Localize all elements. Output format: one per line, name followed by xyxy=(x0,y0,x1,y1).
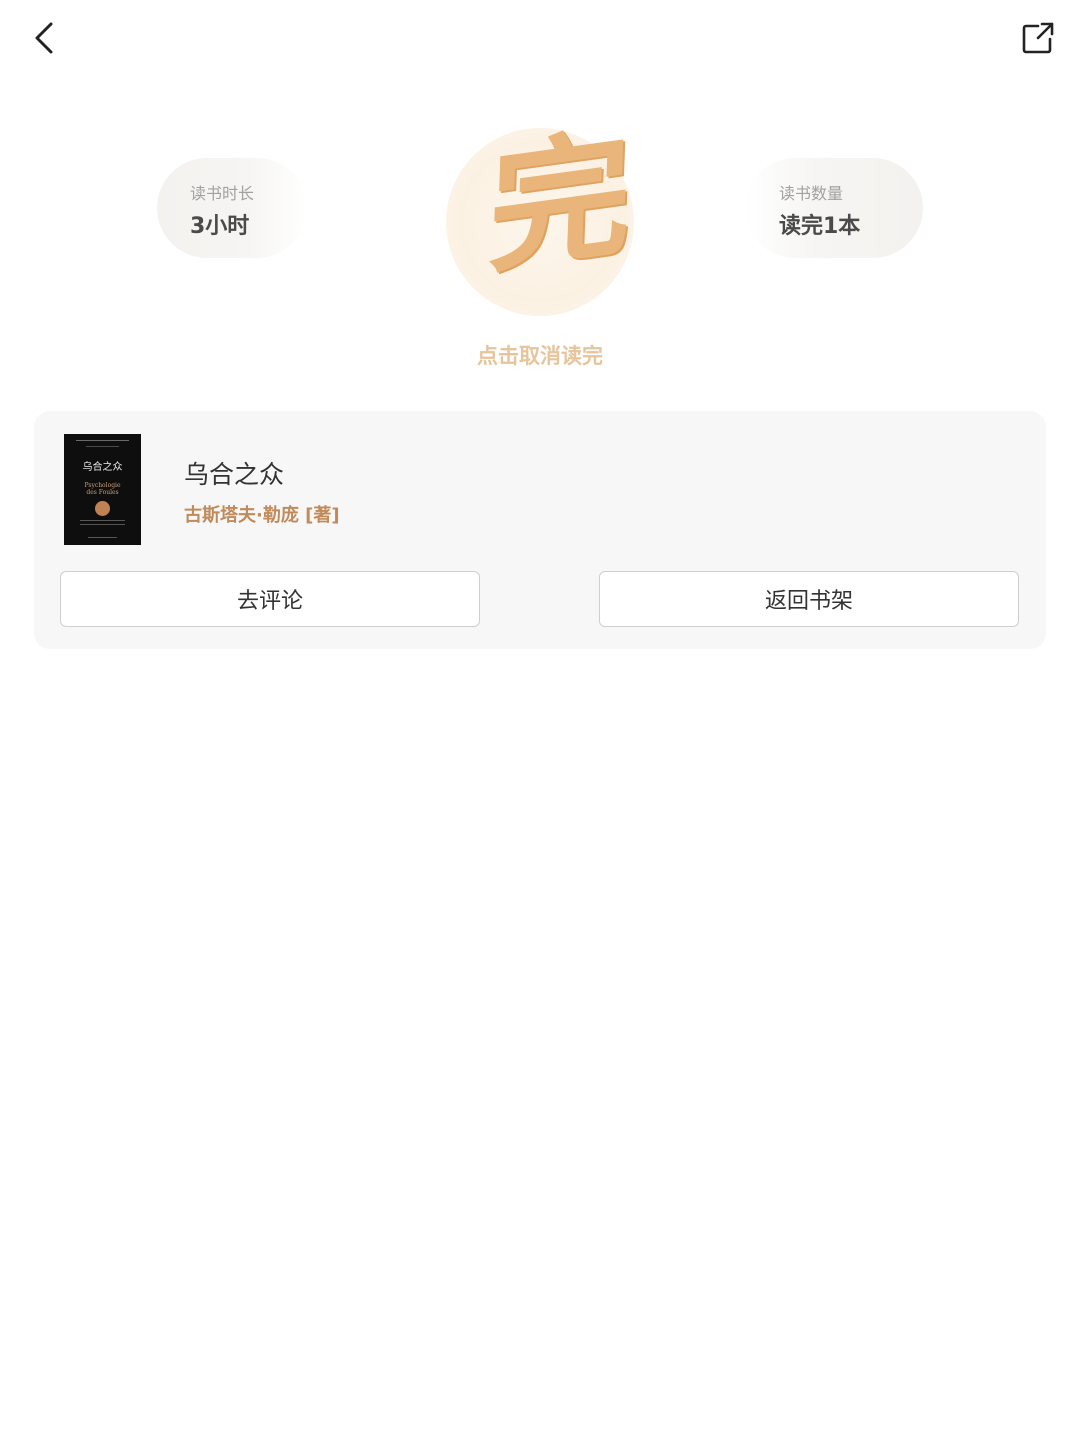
reading-time-label: 读书时长 xyxy=(190,184,255,203)
book-count-value: 读完1本 xyxy=(779,214,861,239)
book-author[interactable]: 古斯塔夫·勒庞 [著] xyxy=(184,501,340,527)
cancel-finished-link[interactable]: 点击取消读完 xyxy=(0,340,1080,370)
chevron-left-icon xyxy=(35,22,53,54)
share-external-icon xyxy=(1022,22,1054,54)
book-count-stat: 读书数量 读完1本 xyxy=(745,158,923,258)
write-review-button[interactable]: 去评论 xyxy=(60,571,480,627)
finished-badge[interactable]: 完 xyxy=(446,112,634,316)
back-button[interactable] xyxy=(20,14,68,62)
book-cover[interactable]: 乌合之众 Psychologie des Foules xyxy=(64,434,141,545)
cover-subtitle: Psychologie des Foules xyxy=(84,482,121,496)
reading-time-stat: 读书时长 3小时 xyxy=(157,158,307,258)
cover-rule xyxy=(80,524,125,525)
share-button[interactable] xyxy=(1014,14,1062,62)
book-card: 乌合之众 Psychologie des Foules 乌合之众 古斯塔夫·勒庞… xyxy=(34,411,1046,649)
reading-time-value: 3小时 xyxy=(190,214,250,239)
cover-rule xyxy=(76,440,129,441)
book-title: 乌合之众 xyxy=(184,460,285,489)
back-to-bookshelf-button[interactable]: 返回书架 xyxy=(599,571,1019,627)
book-count-label: 读书数量 xyxy=(779,184,844,203)
cover-rule xyxy=(86,446,119,447)
cover-rule xyxy=(88,537,117,538)
cover-title: 乌合之众 xyxy=(82,462,123,473)
cover-emblem xyxy=(95,501,110,516)
cover-rule xyxy=(80,520,125,521)
finished-glyph: 完 xyxy=(486,112,634,294)
